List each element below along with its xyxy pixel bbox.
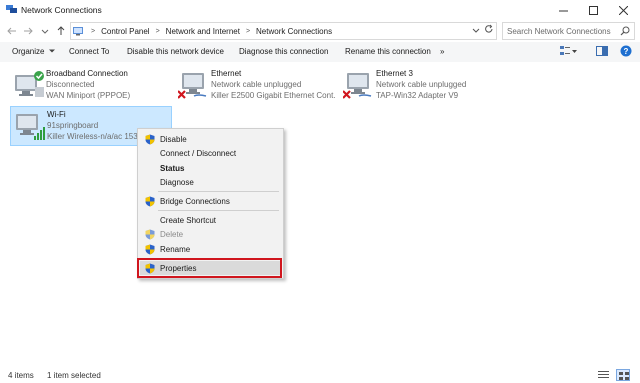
connection-status: Network cable unplugged [211, 80, 302, 89]
address-bar[interactable]: > Control Panel > Network and Internet >… [70, 22, 497, 40]
menu-label: Delete [160, 229, 184, 239]
search-box[interactable] [502, 22, 635, 40]
more-commands-button[interactable]: » [440, 47, 444, 56]
status-bar: 4 items 1 item selected [0, 367, 640, 383]
connection-name: Broadband Connection [46, 69, 128, 78]
broadband-connection-icon [15, 71, 44, 97]
disable-device-button[interactable]: Disable this network device [127, 47, 224, 56]
close-button[interactable] [608, 0, 638, 20]
connection-device: TAP-Win32 Adapter V9 [376, 91, 459, 100]
preview-pane-button[interactable] [596, 45, 608, 59]
menu-item-connect-disconnect[interactable]: Connect / Disconnect [140, 146, 281, 160]
up-button[interactable] [54, 24, 68, 38]
diagnose-connection-button[interactable]: Diagnose this connection [239, 47, 328, 56]
connection-name: Ethernet 3 [376, 69, 413, 78]
uac-shield-icon [145, 134, 155, 145]
menu-item-delete[interactable]: Delete [140, 227, 281, 241]
address-dropdown-button[interactable] [472, 26, 480, 36]
change-view-button[interactable] [560, 45, 578, 59]
uac-shield-icon [145, 229, 155, 240]
wifi-connection-icon [16, 114, 45, 140]
context-menu: Disable Connect / Disconnect Status Diag… [137, 128, 284, 279]
connection-broadband[interactable]: Broadband Connection Disconnected WAN Mi… [10, 66, 170, 106]
close-icon [618, 5, 628, 15]
chevron-down-icon [41, 29, 49, 34]
preview-pane-icon [596, 46, 608, 56]
dropdown-arrow-icon [48, 49, 55, 53]
navigation-bar: > Control Panel > Network and Internet >… [0, 20, 640, 42]
breadcrumb-separator-icon: > [155, 27, 160, 35]
connection-status: Network cable unplugged [376, 80, 467, 89]
menu-label: Bridge Connections [160, 196, 230, 206]
ethernet-connection-icon [343, 73, 372, 99]
selection-count: 1 item selected [47, 371, 101, 380]
breadcrumb-separator-icon: > [245, 27, 251, 35]
menu-item-bridge-connections[interactable]: Bridge Connections [140, 194, 281, 208]
refresh-icon [485, 24, 493, 33]
minimize-button[interactable] [548, 0, 578, 20]
menu-label: Status [160, 163, 185, 173]
breadcrumb-network-and-internet[interactable]: Network and Internet [166, 27, 240, 36]
details-view-icon [598, 371, 609, 378]
arrow-left-icon [7, 27, 16, 35]
menu-separator [158, 210, 279, 211]
recent-locations-button[interactable] [38, 24, 52, 38]
connections-view: Broadband Connection Disconnected WAN Mi… [0, 62, 640, 367]
connection-device: Killer E2500 Gigabit Ethernet Cont... [211, 91, 335, 100]
uac-shield-icon [145, 196, 155, 207]
menu-separator [158, 191, 279, 192]
large-icons-view-icon [619, 372, 629, 380]
connection-status: Disconnected [46, 80, 95, 89]
window-title: Network Connections [21, 5, 102, 15]
menu-label: Create Shortcut [160, 215, 217, 225]
help-icon: ? [620, 45, 632, 57]
menu-label: Rename [160, 244, 191, 254]
view-options-icon [560, 46, 577, 55]
title-bar: Network Connections [0, 0, 640, 20]
back-button[interactable] [5, 24, 19, 38]
connect-to-button[interactable]: Connect To [69, 47, 109, 56]
breadcrumb-network-connections[interactable]: Network Connections [256, 27, 332, 36]
help-button[interactable]: ? [620, 45, 632, 59]
breadcrumb-separator-icon: > [91, 27, 96, 35]
chevron-down-icon [472, 28, 480, 33]
svg-text:?: ? [624, 47, 629, 56]
command-bar: Organize Connect To Disable this network… [0, 42, 640, 62]
connection-ethernet[interactable]: Ethernet Network cable unplugged Killer … [175, 66, 337, 106]
menu-item-diagnose[interactable]: Diagnose [140, 175, 281, 189]
large-icons-view-button[interactable] [616, 369, 630, 381]
menu-item-disable[interactable]: Disable [140, 132, 281, 146]
network-connections-app-icon [6, 5, 17, 13]
connection-ethernet-3[interactable]: Ethernet 3 Network cable unplugged TAP-W… [340, 66, 500, 106]
menu-label: Disable [160, 134, 187, 144]
details-view-button[interactable] [598, 370, 609, 382]
connection-name: Wi-Fi [47, 110, 66, 119]
connection-device: WAN Miniport (PPPOE) [46, 91, 131, 100]
forward-button[interactable] [21, 24, 35, 38]
search-icon [620, 26, 630, 36]
item-count: 4 items [8, 371, 34, 380]
organize-label: Organize [12, 47, 45, 56]
control-panel-icon [73, 27, 83, 36]
arrow-up-icon [57, 26, 65, 35]
menu-label: Diagnose [160, 177, 194, 187]
menu-item-create-shortcut[interactable]: Create Shortcut [140, 213, 281, 227]
uac-shield-icon [145, 244, 155, 255]
maximize-button[interactable] [578, 0, 608, 20]
breadcrumb-control-panel[interactable]: Control Panel [101, 27, 149, 36]
menu-item-rename[interactable]: Rename [140, 242, 281, 256]
properties-highlight-annotation [137, 258, 282, 278]
refresh-button[interactable] [484, 24, 494, 38]
organize-menu-button[interactable]: Organize [12, 47, 55, 56]
maximize-icon [588, 5, 598, 15]
minimize-icon [558, 10, 568, 11]
search-input[interactable] [503, 23, 613, 39]
connection-name: Ethernet [211, 69, 242, 78]
ethernet-connection-icon [178, 73, 207, 99]
menu-item-status[interactable]: Status [140, 161, 281, 175]
rename-connection-button[interactable]: Rename this connection [345, 47, 431, 56]
menu-label: Connect / Disconnect [160, 148, 237, 158]
arrow-right-icon [24, 27, 33, 35]
